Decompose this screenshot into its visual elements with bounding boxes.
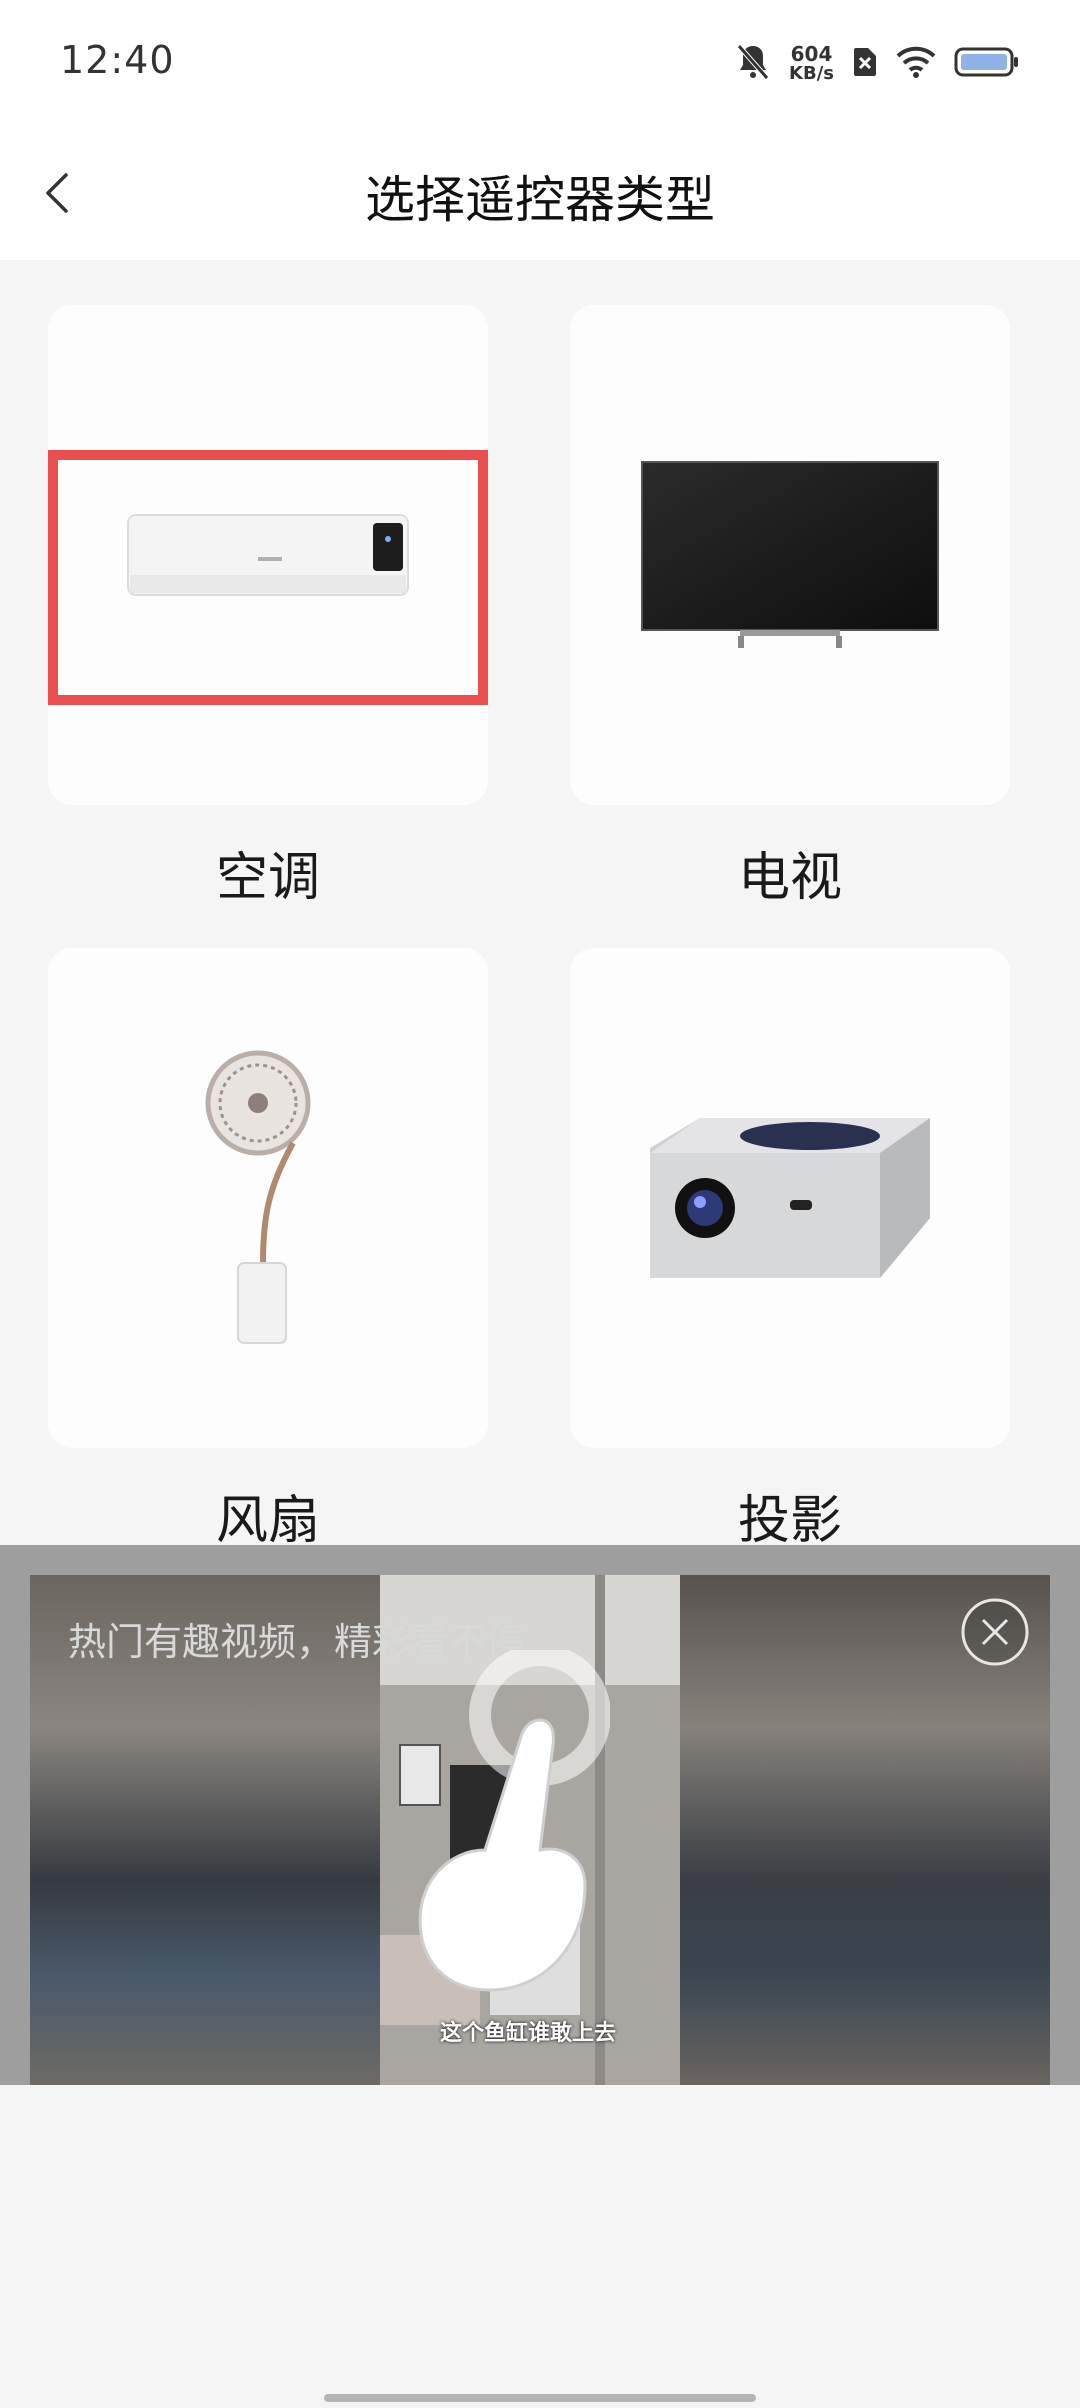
close-icon: [961, 1598, 1029, 1666]
wifi-icon: [896, 46, 936, 82]
battery-icon: [954, 46, 1020, 82]
home-indicator[interactable]: [324, 2394, 756, 2402]
net-speed-unit: KB/s: [789, 63, 834, 84]
device-label-projector: 投影: [737, 1491, 842, 1551]
projector-icon: [650, 1118, 930, 1278]
device-card-air-conditioner[interactable]: [48, 305, 488, 805]
device-label-air-conditioner: 空调: [215, 848, 320, 908]
status-time: 12:40: [60, 38, 175, 82]
device-card-tv[interactable]: [570, 305, 1010, 805]
device-card-fan[interactable]: [48, 948, 488, 1448]
status-bar: 12:40 604 KB/s: [0, 0, 1080, 130]
fan-icon: [205, 1050, 311, 1344]
device-label-tv: 电视: [737, 848, 842, 908]
device-card-projector[interactable]: [570, 948, 1010, 1448]
close-button[interactable]: [960, 1597, 1030, 1667]
device-label-fan: 风扇: [215, 1491, 320, 1551]
page-title: 选择遥控器类型: [365, 171, 715, 229]
mute-icon: [735, 42, 771, 86]
tap-hand-icon: [418, 1650, 610, 1992]
video-ad[interactable]: 热门有趣视频，精彩看不停 这个鱼缸谁敢上去: [30, 1575, 1050, 2085]
tv-icon: [641, 461, 939, 648]
ad-video-caption: 这个鱼缸谁敢上去: [440, 2021, 617, 2046]
net-speed: 604 KB/s: [789, 44, 834, 84]
net-speed-value: 604: [790, 42, 833, 66]
header: 选择遥控器类型: [0, 130, 1080, 260]
air-conditioner-icon: [127, 514, 409, 596]
status-icons: 604 KB/s: [735, 36, 1020, 92]
sim-none-icon: [852, 46, 878, 82]
